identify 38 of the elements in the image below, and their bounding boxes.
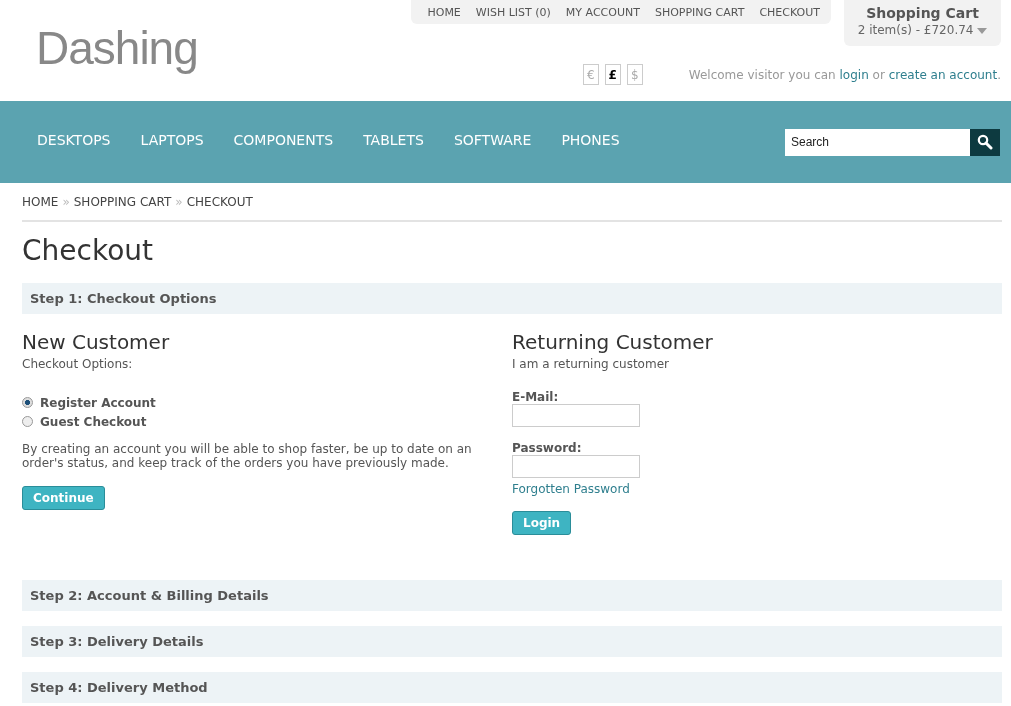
breadcrumb-link[interactable]: SHOPPING CART <box>73 195 172 209</box>
top-link[interactable]: WISH LIST (0) <box>475 5 551 19</box>
cart-dropdown[interactable]: Shopping Cart 2 item(s) - £720.74 <box>844 0 1001 46</box>
field-label: Password: <box>512 441 582 455</box>
login-link[interactable]: login <box>839 67 869 82</box>
section-title: Returning Customer <box>512 330 713 354</box>
search-button[interactable] <box>970 128 1000 156</box>
search-icon <box>977 134 993 150</box>
top-link[interactable]: MY ACCOUNT <box>565 5 640 19</box>
radio-button[interactable] <box>22 416 33 427</box>
step-header[interactable]: Step 2: Account & Billing Details <box>22 580 1002 611</box>
field-label: E-Mail: <box>512 390 559 404</box>
top-link[interactable]: CHECKOUT <box>759 5 820 19</box>
page-title: Checkout <box>22 234 154 267</box>
section-subtitle: I am a returning customer <box>512 357 669 371</box>
radio-label[interactable]: Register Account <box>40 395 156 410</box>
radio-label[interactable]: Guest Checkout <box>40 414 147 429</box>
top-link[interactable]: SHOPPING CART <box>654 5 745 19</box>
site-logo[interactable]: Dashing <box>36 22 198 74</box>
email-field[interactable] <box>512 404 640 427</box>
welcome-text: Welcome visitor you can login or create an account. <box>688 67 1001 82</box>
step-header[interactable]: Step 3: Delivery Details <box>22 626 1002 657</box>
description-text: By creating an account you will be able to shop faster, be up to date on an order's status, and keep track of the orders you have previously made. <box>22 442 473 470</box>
section-subtitle: Checkout Options: <box>22 357 133 371</box>
step-header[interactable]: Step 1: Checkout Options <box>22 283 1002 314</box>
breadcrumb-link[interactable]: HOME <box>22 195 59 209</box>
step-header[interactable]: Step 4: Delivery Method <box>22 672 1002 703</box>
top-link[interactable]: HOME <box>427 5 461 19</box>
section-title: New Customer <box>22 330 170 354</box>
caret-icon <box>977 28 988 34</box>
search-field[interactable]: Search <box>785 128 970 156</box>
currency-button[interactable]: £ <box>604 64 621 85</box>
forgotten-password-link[interactable]: Forgotten Password <box>512 482 630 496</box>
breadcrumb-separator: » <box>62 195 70 209</box>
breadcrumb-link[interactable]: CHECKOUT <box>186 195 253 209</box>
password-field[interactable] <box>512 455 640 478</box>
breadcrumb-separator: » <box>175 195 183 209</box>
radio-button[interactable] <box>22 397 33 408</box>
